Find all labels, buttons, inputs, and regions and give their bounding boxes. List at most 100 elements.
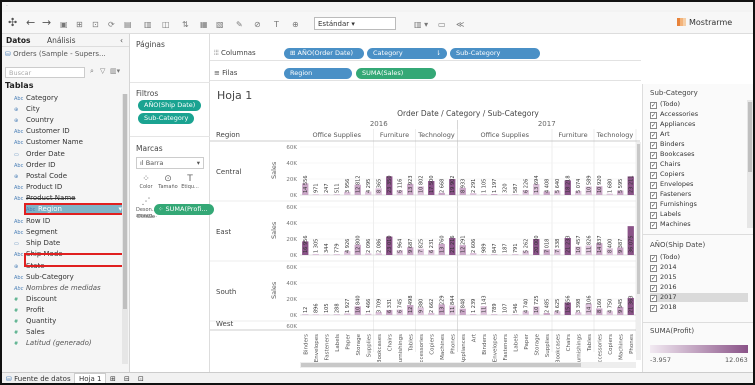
checkbox-icon[interactable]: ✓ [650, 255, 657, 262]
checkbox-icon[interactable]: ✓ [650, 132, 657, 139]
save-icon[interactable]: ▣ [60, 18, 68, 32]
sales-bar[interactable] [333, 314, 340, 315]
show-me-button[interactable]: Mostrarme [677, 16, 732, 30]
data-source-item[interactable]: ⛁ Orders (Sample - Supers... [5, 50, 106, 58]
clear-sheet-icon[interactable]: ◫ [162, 18, 170, 32]
filter-checkbox[interactable]: ✓ Copiers [650, 170, 685, 179]
checkbox-icon[interactable]: ✓ [650, 222, 657, 229]
color-button[interactable]: ⁘ Color [136, 174, 156, 192]
filter-checkbox[interactable]: ✓ Fasteners [650, 190, 691, 199]
share-icon[interactable]: ≪ [456, 18, 464, 32]
fit-select[interactable]: Estándar ▾ [314, 17, 396, 30]
sales-bar[interactable] [312, 194, 319, 195]
size-button[interactable]: ⊙ Tamaño [158, 174, 178, 192]
new-worksheet-icon[interactable]: ⊞ [110, 375, 116, 383]
field-nombres-de-medidas[interactable]: Abc Nombres de medidas [14, 283, 128, 293]
checkbox-icon[interactable]: ✓ [650, 162, 657, 169]
field-customer-id[interactable]: Abc Customer ID [14, 126, 128, 136]
field-quantity[interactable]: # Quantity [14, 316, 128, 326]
sales-bar[interactable] [323, 194, 330, 195]
sales-bar[interactable] [512, 194, 519, 195]
field-discount[interactable]: # Discount [14, 294, 128, 304]
swap-icon[interactable]: ⇅ [182, 18, 189, 32]
checkbox-icon[interactable]: ✓ [650, 192, 657, 199]
field-sales[interactable]: # Sales [14, 327, 128, 337]
run-update-icon[interactable]: ⟳ [108, 18, 115, 32]
field-sub-category[interactable]: Abc Sub-Category [14, 272, 128, 282]
field-ship-date[interactable]: ▭ Ship Date [14, 238, 128, 248]
sales-bar[interactable] [470, 314, 477, 315]
sales-bar[interactable] [501, 254, 508, 255]
sales-bar[interactable] [312, 314, 319, 315]
columns-shelf[interactable]: ⦙⦙⦙ Columnas ⊞ AÑO(Order Date) Category ⇂… [210, 46, 641, 61]
filter-icon[interactable]: ▽ [100, 67, 105, 75]
highlight-icon[interactable]: ✎ [236, 18, 243, 32]
sales-bar[interactable] [480, 254, 487, 255]
column-pill-subcategory[interactable]: Sub-Category [450, 48, 540, 59]
label-button[interactable]: T Etiqu... [180, 174, 200, 192]
checkbox-icon[interactable]: ✓ [650, 202, 657, 209]
filter-checkbox[interactable]: ✓ 2014 [650, 263, 677, 272]
field-order-date[interactable]: ▭ Order Date [14, 149, 128, 159]
tab-analisis[interactable]: Análisis [47, 36, 76, 45]
filter-checkbox[interactable]: ✓ 2017 [650, 293, 748, 302]
row-pill-sum-sales[interactable]: SUMA(Sales) [356, 68, 436, 79]
color-pill-profit[interactable]: ⁘ SUMA(Profi... [154, 204, 214, 215]
sales-bar[interactable] [312, 253, 319, 255]
checkbox-icon[interactable]: ✓ [650, 275, 657, 282]
checkbox-icon[interactable]: ✓ [650, 285, 657, 292]
filter-checkbox[interactable]: ✓ Accessories [650, 110, 698, 119]
filter-checkbox[interactable]: ✓ Labels [650, 210, 681, 219]
filter-checkbox[interactable]: ✓ (Todo) [650, 253, 680, 262]
new-dashboard-icon[interactable]: ⊟ [124, 375, 130, 383]
filter-scrollbar[interactable] [747, 100, 753, 228]
sales-bar[interactable] [323, 314, 330, 315]
field-country[interactable]: ⊕ Country [14, 115, 128, 125]
presentation-icon[interactable]: ▭ [438, 18, 446, 32]
field-city[interactable]: ⊕ City [14, 104, 128, 114]
checkbox-icon[interactable]: ✓ [650, 112, 657, 119]
tooltip-button[interactable]: Detalle [136, 214, 156, 232]
search-input[interactable]: Buscar [5, 67, 85, 78]
checkbox-icon[interactable]: ✓ [650, 212, 657, 219]
sheet-tab[interactable]: Hoja 1 [74, 373, 107, 383]
vertical-scrollbar-thumb[interactable] [637, 144, 640, 294]
filter-checkbox[interactable]: ✓ Binders [650, 140, 685, 149]
sales-bar[interactable] [323, 254, 330, 255]
collapse-icon[interactable]: ‹ [120, 36, 123, 45]
sort-desc-icon[interactable]: ▧ [216, 18, 224, 32]
column-pill-category[interactable]: Category ⇂ [367, 48, 447, 59]
new-story-icon[interactable]: ⊡ [138, 375, 144, 383]
sales-bar[interactable] [501, 314, 508, 315]
new-sheet-icon[interactable]: ▤ [124, 18, 132, 32]
back-icon[interactable]: ← [26, 16, 35, 30]
filter-checkbox[interactable]: ✓ Appliances [650, 120, 695, 129]
filter-checkbox[interactable]: ✓ (Todo) [650, 100, 680, 109]
duplicate-sheet-icon[interactable]: ▥ [144, 18, 152, 32]
group-icon[interactable]: ⊘ [254, 18, 261, 32]
field-region[interactable]: Abc Region ▾ [24, 203, 124, 215]
search-icon[interactable]: ⌕ [90, 67, 94, 76]
filter-checkbox[interactable]: ✓ 2015 [650, 273, 677, 282]
fix-axes-icon[interactable]: ⊕ [292, 18, 299, 32]
checkbox-icon[interactable]: ✓ [650, 182, 657, 189]
field-category[interactable]: Abc Category [14, 93, 128, 103]
new-datasource-icon[interactable]: ⊞ [76, 18, 83, 32]
sales-bar[interactable] [302, 314, 309, 315]
mark-type-select[interactable]: ıl Barra ▾ [136, 157, 204, 169]
menu-item[interactable]: · [6, 3, 8, 10]
view-options-icon[interactable]: ▥▾ [110, 67, 120, 75]
filter-pill-subcategory[interactable]: Sub-Category [138, 113, 195, 124]
forward-icon[interactable]: → [42, 16, 51, 30]
field-customer-name[interactable]: Abc Customer Name [14, 137, 128, 147]
filter-checkbox[interactable]: ✓ Envelopes [650, 180, 693, 189]
horizontal-scrollbar-thumb[interactable] [301, 363, 581, 367]
show-cards-icon[interactable]: ▥ ▾ [414, 18, 428, 32]
field-profit[interactable]: # Profit [14, 305, 128, 315]
tableau-logo-icon[interactable]: ✣ [8, 16, 17, 30]
sales-bar[interactable] [333, 194, 340, 195]
checkbox-icon[interactable]: ✓ [650, 172, 657, 179]
checkbox-icon[interactable]: ✓ [650, 142, 657, 149]
sales-bar[interactable] [501, 194, 508, 195]
checkbox-icon[interactable]: ✓ [650, 305, 657, 312]
